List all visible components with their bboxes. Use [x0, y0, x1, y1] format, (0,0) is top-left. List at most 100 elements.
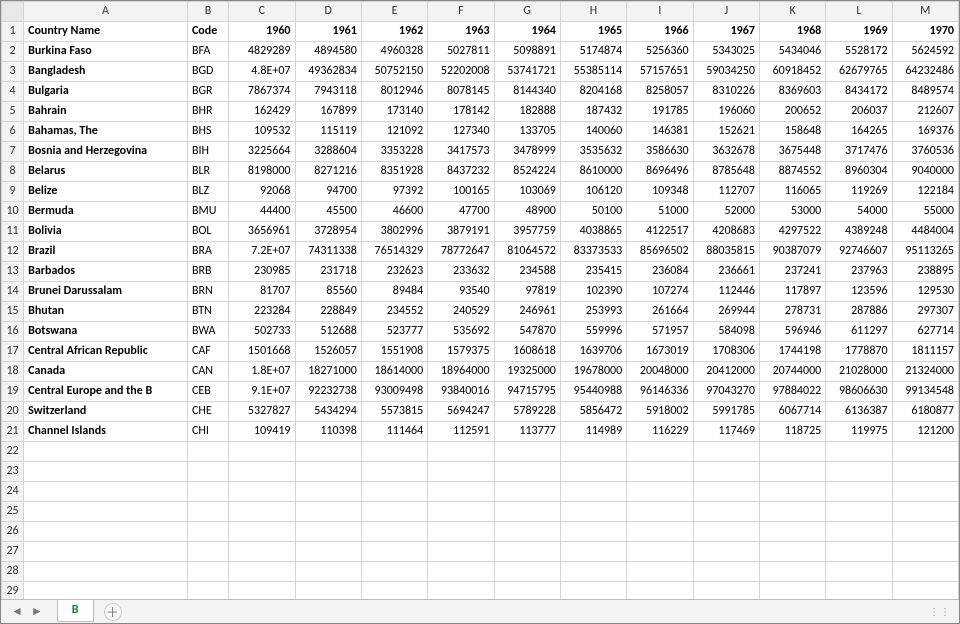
cell[interactable]: 95440988 [560, 382, 626, 402]
row-header[interactable]: 11 [2, 222, 24, 242]
cell[interactable] [759, 582, 825, 600]
cell[interactable]: 20744000 [759, 362, 825, 382]
cell[interactable]: 76514329 [361, 242, 427, 262]
cell[interactable] [428, 442, 494, 462]
cell[interactable]: Central Europe and the B [24, 382, 188, 402]
cell[interactable]: 6180877 [892, 402, 958, 422]
cell[interactable]: Bangladesh [24, 62, 188, 82]
cell[interactable] [361, 582, 427, 600]
cell[interactable] [627, 502, 693, 522]
add-sheet-button[interactable]: ＋ [104, 603, 122, 621]
row-header[interactable]: 1 [2, 22, 24, 42]
col-header-J[interactable]: J [693, 2, 759, 22]
cell[interactable]: 236661 [693, 262, 759, 282]
cell[interactable] [428, 562, 494, 582]
cell[interactable] [627, 462, 693, 482]
cell[interactable]: 53741721 [494, 62, 560, 82]
cell[interactable]: 21324000 [892, 362, 958, 382]
cell[interactable]: Belarus [24, 162, 188, 182]
row-header[interactable]: 20 [2, 402, 24, 422]
cell[interactable]: BWA [187, 322, 228, 342]
cell[interactable]: 60918452 [759, 62, 825, 82]
cell[interactable]: 98606630 [826, 382, 892, 402]
cell[interactable]: Bulgaria [24, 82, 188, 102]
cell[interactable]: 4.8E+07 [229, 62, 295, 82]
row-header[interactable]: 2 [2, 42, 24, 62]
cell[interactable]: BIH [187, 142, 228, 162]
cell[interactable]: 97884022 [759, 382, 825, 402]
cell[interactable]: 48900 [494, 202, 560, 222]
cell[interactable]: 19678000 [560, 362, 626, 382]
cell[interactable]: 8198000 [229, 162, 295, 182]
cell[interactable]: 3288604 [295, 142, 361, 162]
cell[interactable]: 278731 [759, 302, 825, 322]
cell[interactable]: 89484 [361, 282, 427, 302]
cell[interactable]: 5856472 [560, 402, 626, 422]
cell[interactable]: 200652 [759, 102, 825, 122]
cell[interactable] [560, 522, 626, 542]
cell[interactable]: 1965 [560, 22, 626, 42]
cell[interactable]: 173140 [361, 102, 427, 122]
row-header[interactable]: 17 [2, 342, 24, 362]
cell[interactable]: 97819 [494, 282, 560, 302]
cell[interactable] [560, 562, 626, 582]
row-header[interactable]: 27 [2, 542, 24, 562]
cell[interactable] [187, 582, 228, 600]
cell[interactable]: 3879191 [428, 222, 494, 242]
cell[interactable]: 3675448 [759, 142, 825, 162]
cell[interactable] [295, 582, 361, 600]
cell[interactable] [826, 562, 892, 582]
col-header-G[interactable]: G [494, 2, 560, 22]
cell[interactable]: 3632678 [693, 142, 759, 162]
cell[interactable]: 18964000 [428, 362, 494, 382]
cell[interactable]: 1966 [627, 22, 693, 42]
cell[interactable]: 3478999 [494, 142, 560, 162]
cell[interactable]: 62679765 [826, 62, 892, 82]
cell[interactable] [361, 462, 427, 482]
cell[interactable]: 4829289 [229, 42, 295, 62]
cell[interactable]: 117897 [759, 282, 825, 302]
cell[interactable]: 51000 [627, 202, 693, 222]
cell[interactable]: 99134548 [892, 382, 958, 402]
cell[interactable]: 1962 [361, 22, 427, 42]
cell[interactable]: 127340 [428, 122, 494, 142]
cell[interactable] [693, 562, 759, 582]
cell[interactable]: CEB [187, 382, 228, 402]
cell[interactable] [24, 502, 188, 522]
cell[interactable] [229, 562, 295, 582]
cell[interactable] [361, 542, 427, 562]
cell[interactable] [627, 482, 693, 502]
cell[interactable]: 8271216 [295, 162, 361, 182]
cell[interactable]: 146381 [627, 122, 693, 142]
cell[interactable]: 49362834 [295, 62, 361, 82]
cell[interactable] [826, 502, 892, 522]
cell[interactable]: 92232738 [295, 382, 361, 402]
cell[interactable]: BLR [187, 162, 228, 182]
cell[interactable]: 116229 [627, 422, 693, 442]
cell[interactable]: 269944 [693, 302, 759, 322]
cell[interactable]: 584098 [693, 322, 759, 342]
cell[interactable]: 240529 [428, 302, 494, 322]
cell[interactable]: 167899 [295, 102, 361, 122]
cell[interactable]: 50752150 [361, 62, 427, 82]
cell[interactable] [229, 482, 295, 502]
cell[interactable]: 158648 [759, 122, 825, 142]
cell[interactable]: 169376 [892, 122, 958, 142]
cell[interactable]: 3586630 [627, 142, 693, 162]
cell[interactable] [24, 542, 188, 562]
cell[interactable]: 6067714 [759, 402, 825, 422]
cell[interactable]: 297307 [892, 302, 958, 322]
cell[interactable]: 5991785 [693, 402, 759, 422]
cell[interactable]: 102390 [560, 282, 626, 302]
cell[interactable]: 182888 [494, 102, 560, 122]
cell[interactable]: 596946 [759, 322, 825, 342]
cell[interactable]: 559996 [560, 322, 626, 342]
tab-nav-prev-icon[interactable]: ◄ [7, 604, 27, 619]
cell[interactable]: 1526057 [295, 342, 361, 362]
cell[interactable]: 8785648 [693, 162, 759, 182]
cell[interactable]: BFA [187, 42, 228, 62]
row-header[interactable]: 29 [2, 582, 24, 600]
cell[interactable] [295, 542, 361, 562]
cell[interactable]: 5528172 [826, 42, 892, 62]
cell[interactable] [892, 542, 958, 562]
